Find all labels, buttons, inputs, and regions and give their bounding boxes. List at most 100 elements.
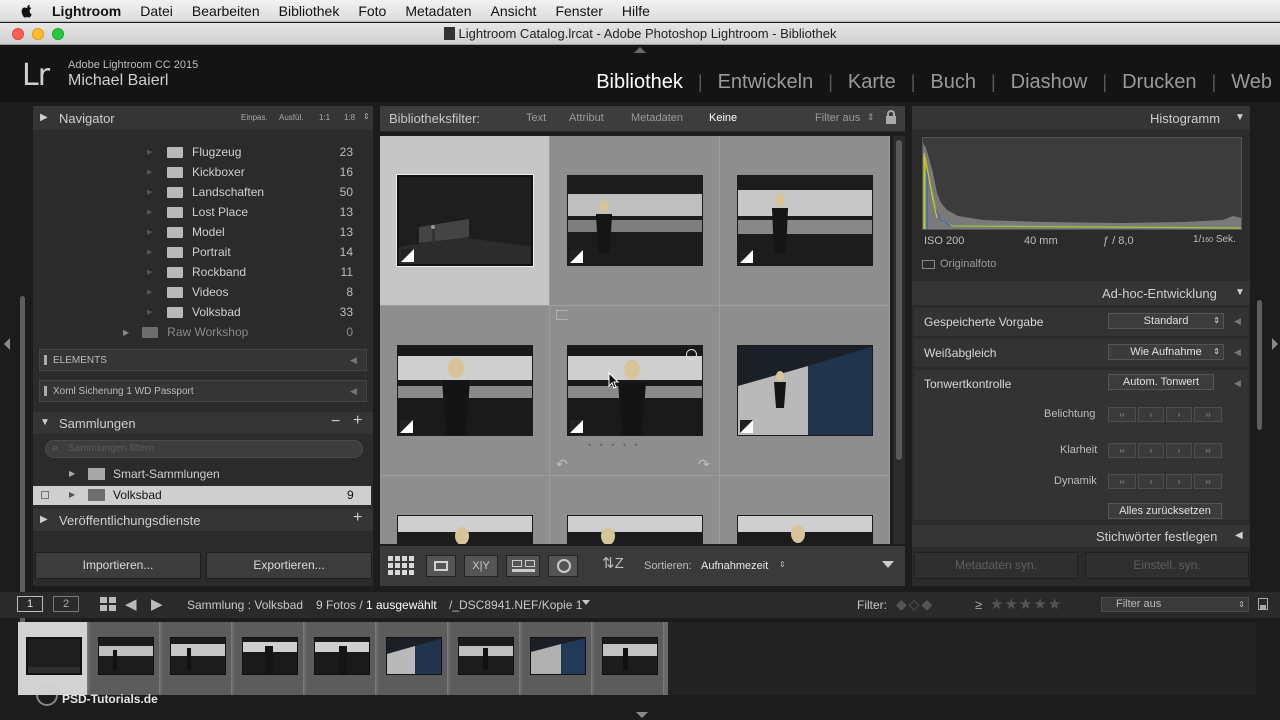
bottom-panel-collapse-icon[interactable] [636, 712, 648, 718]
filter-preset-dropdown[interactable]: Filter aus [815, 112, 860, 124]
original-photo-checkbox[interactable] [922, 260, 935, 269]
forward-arrow-icon[interactable]: ▶ [151, 595, 163, 613]
collapse-left-icon[interactable]: ◀ [350, 386, 357, 397]
exposure-decrease-button[interactable]: ‹ [1138, 407, 1164, 422]
folder-item[interactable]: ▶ Rockband 11 [33, 262, 373, 282]
menu-metadaten[interactable]: Metadaten [405, 3, 471, 19]
photo-thumbnail[interactable] [567, 175, 703, 266]
menu-lightroom[interactable]: Lightroom [52, 3, 121, 19]
vibrance-decrease-button[interactable]: ‹ [1138, 474, 1164, 489]
photo-thumbnail[interactable] [396, 174, 534, 267]
photo-thumbnail[interactable] [567, 515, 703, 544]
histogram-header[interactable]: Histogramm ▼ [912, 106, 1250, 130]
vibrance-decrease-large-button[interactable]: ‹‹ [1108, 474, 1136, 489]
grid-cell[interactable] [380, 476, 550, 544]
photo-thumbnail[interactable] [397, 515, 533, 544]
sync-metadata-button[interactable]: Metadaten syn. [914, 552, 1078, 579]
menu-fenster[interactable]: Fenster [555, 3, 602, 19]
zoom-1to8[interactable]: 1:8 [344, 113, 355, 122]
grid-cell[interactable] [720, 306, 890, 476]
zoom-stepper-icon[interactable]: ⇕ [363, 112, 370, 121]
vibrance-increase-button[interactable]: › [1166, 474, 1192, 489]
volume-passport[interactable]: Xoml Sicherung 1 WD Passport ◀ [39, 380, 367, 402]
folder-item[interactable]: ▶ Portrait 14 [33, 242, 373, 262]
photo-thumbnail[interactable] [737, 175, 873, 266]
reset-all-button[interactable]: Alles zurücksetzen [1108, 503, 1222, 519]
sync-settings-button[interactable]: Einstell. syn. [1085, 552, 1249, 579]
saved-preset-dropdown[interactable]: Standard ⇕ [1108, 313, 1224, 329]
filter-none[interactable]: Keine [709, 112, 737, 124]
folder-expand-icon[interactable]: ▶ [147, 168, 152, 176]
filter-attribute[interactable]: Attribut [569, 112, 604, 124]
toolbar-menu-icon[interactable] [882, 561, 894, 568]
monitor-2-button[interactable]: 2 [53, 596, 79, 612]
right-panel-collapse-icon[interactable] [1272, 338, 1278, 350]
right-panel-scrollbar[interactable] [1257, 300, 1262, 430]
collections-search-input[interactable]: ⌕ Sammlungen filtern [45, 440, 363, 458]
quick-develop-header[interactable]: Ad-hoc-Entwicklung ▼ [912, 281, 1250, 305]
module-bibliothek[interactable]: Bibliothek [581, 71, 698, 94]
export-button[interactable]: Exportieren... [206, 552, 372, 579]
folder-item[interactable]: ▶ Flugzeug 23 [33, 142, 373, 162]
grid-cell-selected[interactable] [380, 136, 550, 306]
menu-foto[interactable]: Foto [358, 3, 386, 19]
folder-item[interactable]: ▶ Landschaften 50 [33, 182, 373, 202]
menu-hilfe[interactable]: Hilfe [622, 3, 650, 19]
flag-filter-icons[interactable]: ◆◇◆ [896, 596, 934, 613]
module-buch[interactable]: Buch [915, 71, 991, 94]
import-button[interactable]: Importieren... [35, 552, 201, 579]
left-panel-collapse-icon[interactable] [4, 338, 10, 350]
clarity-decrease-large-button[interactable]: ‹‹ [1108, 443, 1136, 458]
survey-view-icon[interactable] [506, 555, 540, 577]
clarity-increase-button[interactable]: › [1166, 443, 1192, 458]
module-entwickeln[interactable]: Entwickeln [703, 71, 829, 94]
monitor-1-button[interactable]: 1 [17, 596, 43, 612]
grid-view-icon[interactable] [388, 555, 416, 577]
folder-item[interactable]: ▶ Volksbad 33 [33, 302, 373, 322]
white-balance-dropdown[interactable]: Wie Aufnahme ⇕ [1108, 344, 1224, 360]
filmstrip-thumb[interactable] [378, 622, 448, 695]
folder-item[interactable]: ▶ Model 13 [33, 222, 373, 242]
zoom-fit[interactable]: Einpas. [241, 113, 268, 122]
grid-cell[interactable] [550, 136, 720, 306]
filmstrip-thumb[interactable] [522, 622, 592, 695]
menu-bearbeiten[interactable]: Bearbeiten [192, 3, 260, 19]
remove-collection-icon[interactable]: − [331, 413, 340, 431]
exposure-increase-button[interactable]: › [1166, 407, 1192, 422]
clarity-decrease-button[interactable]: ‹ [1138, 443, 1164, 458]
module-web[interactable]: Web [1216, 71, 1280, 94]
collection-volksbad-selected[interactable]: ▶ Volksbad 9 [33, 486, 371, 505]
grid-cell[interactable] [550, 476, 720, 544]
volume-elements[interactable]: ELEMENTS ◀ [39, 349, 367, 371]
sort-direction-icon[interactable]: ⇅Z [602, 554, 624, 572]
expand-left-icon[interactable]: ◀ [1234, 316, 1241, 327]
menu-bibliothek[interactable]: Bibliothek [279, 3, 340, 19]
filter-lock-switch-icon[interactable] [1258, 598, 1268, 610]
add-collection-icon[interactable]: + [353, 412, 362, 430]
left-panel-scrollbar[interactable] [20, 296, 25, 636]
menu-ansicht[interactable]: Ansicht [491, 3, 537, 19]
vibrance-increase-large-button[interactable]: ›› [1194, 474, 1222, 489]
apple-icon[interactable] [18, 3, 36, 19]
publish-services-header[interactable]: ▶ Veröffentlichungsdienste + [33, 509, 373, 531]
target-collection-checkbox[interactable] [41, 491, 49, 499]
folder-expand-icon[interactable]: ▶ [147, 308, 152, 316]
folder-expand-icon[interactable]: ▶ [147, 228, 152, 236]
keywording-header[interactable]: Stichwörter festlegen ◀ [912, 525, 1250, 547]
folder-item[interactable]: ▶ Lost Place 13 [33, 202, 373, 222]
grid-cell[interactable]: • • • • • ↶ ↷ [550, 306, 720, 476]
folder-item-raw-workshop[interactable]: ▶ Raw Workshop 0 [33, 322, 373, 342]
folder-expand-icon[interactable]: ▶ [147, 148, 152, 156]
menu-datei[interactable]: Datei [140, 3, 173, 19]
selected-filename[interactable]: /_DSC8941.NEF/Kopie 1 [449, 598, 582, 612]
rating-dots[interactable]: • • • • • [588, 440, 641, 450]
filmstrip-thumb[interactable] [234, 622, 304, 695]
collection-smart[interactable]: ▶ Smart-Sammlungen [33, 464, 373, 484]
expand-triangle-icon[interactable]: ▶ [69, 490, 75, 499]
rating-operator[interactable]: ≥ [975, 597, 982, 612]
module-drucken[interactable]: Drucken [1107, 71, 1211, 94]
folder-item[interactable]: ▶ Videos 8 [33, 282, 373, 302]
back-arrow-icon[interactable]: ◀ [125, 595, 137, 613]
filter-text[interactable]: Text [526, 112, 546, 124]
navigator-header[interactable]: ▶ Navigator Einpas. Ausfül. 1:1 1:8 ⇕ [33, 106, 373, 130]
